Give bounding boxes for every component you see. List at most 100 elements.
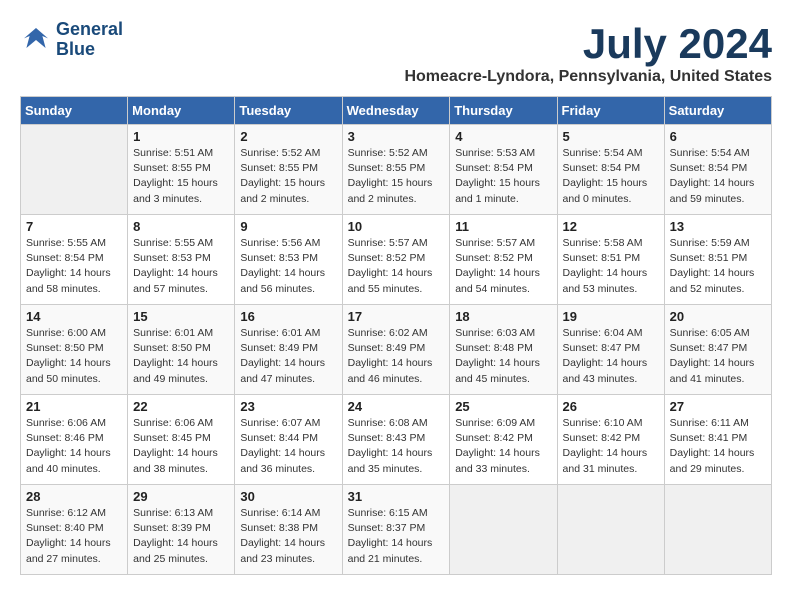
calendar-cell: 29 Sunrise: 6:13 AM Sunset: 8:39 PM Dayli…	[128, 485, 235, 575]
title-block: July 2024 Homeacre-Lyndora, Pennsylvania…	[404, 20, 772, 86]
day-number: 31	[348, 489, 445, 504]
day-header-sunday: Sunday	[21, 97, 128, 125]
calendar-cell: 1Sunrise: 5:51 AM Sunset: 8:55 PM Daylig…	[128, 125, 235, 215]
calendar-week-row: 28 Sunrise: 6:12 AM Sunset: 8:40 PM Dayli…	[21, 485, 772, 575]
cell-info: Sunrise: 5:57 AM Sunset: 8:52 PM Dayligh…	[455, 236, 551, 297]
cell-info: Sunrise: 5:58 AM Sunset: 8:51 PM Dayligh…	[563, 236, 659, 297]
cell-info: Sunrise: 6:15 AM Sunset: 8:37 PM Dayligh…	[348, 506, 445, 567]
calendar-cell: 4 Sunrise: 5:53 AM Sunset: 8:54 PM Daylig…	[450, 125, 557, 215]
cell-info: Sunrise: 6:04 AM Sunset: 8:47 PM Dayligh…	[563, 326, 659, 387]
day-number: 14	[26, 309, 122, 324]
day-number: 8	[133, 219, 229, 234]
day-number: 11	[455, 219, 551, 234]
cell-info: Sunrise: 5:52 AM Sunset: 8:55 PM Dayligh…	[240, 146, 336, 207]
calendar-cell: 23Sunrise: 6:07 AM Sunset: 8:44 PM Dayli…	[235, 395, 342, 485]
cell-info: Sunrise: 6:07 AM Sunset: 8:44 PM Dayligh…	[240, 416, 336, 477]
day-number: 7	[26, 219, 122, 234]
cell-info: Sunrise: 6:01 AM Sunset: 8:49 PM Dayligh…	[240, 326, 336, 387]
calendar-week-row: 7 Sunrise: 5:55 AM Sunset: 8:54 PM Daylig…	[21, 215, 772, 305]
cell-info: Sunrise: 6:10 AM Sunset: 8:42 PM Dayligh…	[563, 416, 659, 477]
cell-info: Sunrise: 6:13 AM Sunset: 8:39 PM Dayligh…	[133, 506, 229, 567]
calendar-cell: 6 Sunrise: 5:54 AM Sunset: 8:54 PM Daylig…	[664, 125, 771, 215]
calendar-cell: 28 Sunrise: 6:12 AM Sunset: 8:40 PM Dayli…	[21, 485, 128, 575]
calendar-cell: 12 Sunrise: 5:58 AM Sunset: 8:51 PM Dayli…	[557, 215, 664, 305]
calendar-cell: 22 Sunrise: 6:06 AM Sunset: 8:45 PM Dayli…	[128, 395, 235, 485]
cell-info: Sunrise: 6:09 AM Sunset: 8:42 PM Dayligh…	[455, 416, 551, 477]
day-number: 15	[133, 309, 229, 324]
calendar-cell: 17Sunrise: 6:02 AM Sunset: 8:49 PM Dayli…	[342, 305, 450, 395]
day-number: 20	[670, 309, 766, 324]
calendar-cell: 14 Sunrise: 6:00 AM Sunset: 8:50 PM Dayli…	[21, 305, 128, 395]
calendar-cell: 3 Sunrise: 5:52 AM Sunset: 8:55 PM Daylig…	[342, 125, 450, 215]
calendar-cell	[664, 485, 771, 575]
calendar-cell: 11 Sunrise: 5:57 AM Sunset: 8:52 PM Dayli…	[450, 215, 557, 305]
calendar-cell: 18 Sunrise: 6:03 AM Sunset: 8:48 PM Dayli…	[450, 305, 557, 395]
cell-info: Sunrise: 6:05 AM Sunset: 8:47 PM Dayligh…	[670, 326, 766, 387]
logo: General Blue	[20, 20, 123, 60]
day-number: 28	[26, 489, 122, 504]
calendar-cell: 10 Sunrise: 5:57 AM Sunset: 8:52 PM Dayli…	[342, 215, 450, 305]
cell-info: Sunrise: 6:08 AM Sunset: 8:43 PM Dayligh…	[348, 416, 445, 477]
calendar-week-row: 21Sunrise: 6:06 AM Sunset: 8:46 PM Dayli…	[21, 395, 772, 485]
day-number: 2	[240, 129, 336, 144]
calendar-cell: 7 Sunrise: 5:55 AM Sunset: 8:54 PM Daylig…	[21, 215, 128, 305]
logo-text: General Blue	[56, 20, 123, 60]
cell-info: Sunrise: 5:55 AM Sunset: 8:53 PM Dayligh…	[133, 236, 229, 297]
calendar-cell: 16 Sunrise: 6:01 AM Sunset: 8:49 PM Dayli…	[235, 305, 342, 395]
cell-info: Sunrise: 5:53 AM Sunset: 8:54 PM Dayligh…	[455, 146, 551, 207]
day-number: 4	[455, 129, 551, 144]
cell-info: Sunrise: 6:01 AM Sunset: 8:50 PM Dayligh…	[133, 326, 229, 387]
cell-info: Sunrise: 6:00 AM Sunset: 8:50 PM Dayligh…	[26, 326, 122, 387]
day-number: 18	[455, 309, 551, 324]
cell-info: Sunrise: 5:51 AM Sunset: 8:55 PM Dayligh…	[133, 146, 229, 207]
calendar-cell: 13Sunrise: 5:59 AM Sunset: 8:51 PM Dayli…	[664, 215, 771, 305]
location-subtitle: Homeacre-Lyndora, Pennsylvania, United S…	[404, 68, 772, 86]
calendar-cell: 15 Sunrise: 6:01 AM Sunset: 8:50 PM Dayli…	[128, 305, 235, 395]
cell-info: Sunrise: 6:06 AM Sunset: 8:45 PM Dayligh…	[133, 416, 229, 477]
calendar-cell: 31 Sunrise: 6:15 AM Sunset: 8:37 PM Dayli…	[342, 485, 450, 575]
cell-info: Sunrise: 5:52 AM Sunset: 8:55 PM Dayligh…	[348, 146, 445, 207]
day-number: 24	[348, 399, 445, 414]
day-header-saturday: Saturday	[664, 97, 771, 125]
cell-info: Sunrise: 5:54 AM Sunset: 8:54 PM Dayligh…	[670, 146, 766, 207]
cell-info: Sunrise: 6:06 AM Sunset: 8:46 PM Dayligh…	[26, 416, 122, 477]
day-number: 19	[563, 309, 659, 324]
calendar-week-row: 14 Sunrise: 6:00 AM Sunset: 8:50 PM Dayli…	[21, 305, 772, 395]
day-number: 17	[348, 309, 445, 324]
day-number: 3	[348, 129, 445, 144]
calendar-table: SundayMondayTuesdayWednesdayThursdayFrid…	[20, 96, 772, 575]
cell-info: Sunrise: 5:55 AM Sunset: 8:54 PM Dayligh…	[26, 236, 122, 297]
day-number: 26	[563, 399, 659, 414]
page-header: General Blue July 2024 Homeacre-Lyndora,…	[20, 20, 772, 86]
day-number: 10	[348, 219, 445, 234]
cell-info: Sunrise: 6:03 AM Sunset: 8:48 PM Dayligh…	[455, 326, 551, 387]
day-header-friday: Friday	[557, 97, 664, 125]
day-number: 13	[670, 219, 766, 234]
day-header-tuesday: Tuesday	[235, 97, 342, 125]
day-number: 6	[670, 129, 766, 144]
cell-info: Sunrise: 5:57 AM Sunset: 8:52 PM Dayligh…	[348, 236, 445, 297]
calendar-header-row: SundayMondayTuesdayWednesdayThursdayFrid…	[21, 97, 772, 125]
day-number: 27	[670, 399, 766, 414]
day-number: 5	[563, 129, 659, 144]
day-number: 25	[455, 399, 551, 414]
calendar-cell: 24 Sunrise: 6:08 AM Sunset: 8:43 PM Dayli…	[342, 395, 450, 485]
day-header-thursday: Thursday	[450, 97, 557, 125]
calendar-cell	[557, 485, 664, 575]
calendar-cell	[21, 125, 128, 215]
day-header-monday: Monday	[128, 97, 235, 125]
cell-info: Sunrise: 5:56 AM Sunset: 8:53 PM Dayligh…	[240, 236, 336, 297]
month-title: July 2024	[404, 20, 772, 68]
day-number: 22	[133, 399, 229, 414]
cell-info: Sunrise: 6:14 AM Sunset: 8:38 PM Dayligh…	[240, 506, 336, 567]
day-number: 16	[240, 309, 336, 324]
day-number: 12	[563, 219, 659, 234]
calendar-cell: 21Sunrise: 6:06 AM Sunset: 8:46 PM Dayli…	[21, 395, 128, 485]
day-number: 29	[133, 489, 229, 504]
calendar-cell: 19 Sunrise: 6:04 AM Sunset: 8:47 PM Dayli…	[557, 305, 664, 395]
cell-info: Sunrise: 6:11 AM Sunset: 8:41 PM Dayligh…	[670, 416, 766, 477]
day-header-wednesday: Wednesday	[342, 97, 450, 125]
cell-info: Sunrise: 6:12 AM Sunset: 8:40 PM Dayligh…	[26, 506, 122, 567]
calendar-cell: 8 Sunrise: 5:55 AM Sunset: 8:53 PM Daylig…	[128, 215, 235, 305]
day-number: 30	[240, 489, 336, 504]
